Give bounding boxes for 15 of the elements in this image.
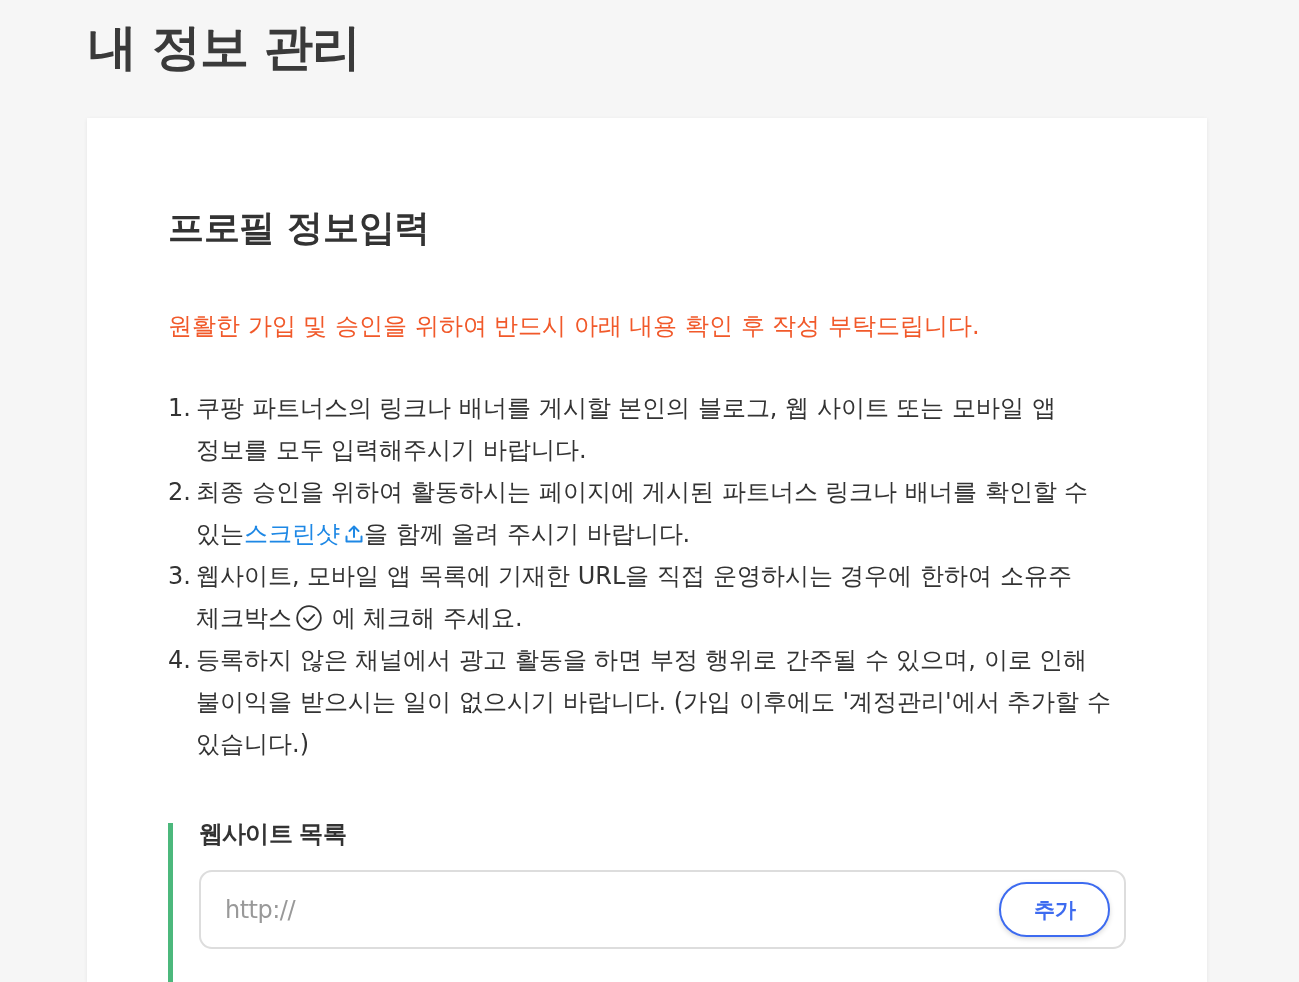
section-title: 프로필 정보입력 <box>168 206 432 250</box>
step-text: 웹사이트, 모바일 앱 목록에 기재한 URL을 직접 운영하시는 경우에 한하여 소유주 체크박스 에 체크해 주세요. <box>196 561 1073 634</box>
step-number: 2. <box>168 477 192 508</box>
step-number: 4. <box>168 645 192 676</box>
check-circle-icon <box>296 605 322 631</box>
step-text: 등록하지 않은 채널에서 광고 활동을 하면 부정 행위로 간주될 수 있으며, 이로 인해 불이익을 받으시는 일이 없으시기 바랍니다. (가입 이후에도 '계정관리'에서 추가할 수 있습니다.) <box>196 645 1112 760</box>
website-list-label: 웹사이트 목록 <box>199 819 347 849</box>
notice-text: 원활한 가입 및 승인을 위하여 반드시 아래 내용 확인 후 작성 부탁드립니다. <box>168 311 981 342</box>
step-text: 쿠팡 파트너스의 링크나 배너를 게시할 본인의 블로그, 웹 사이트 또는 모바일 앱 정보를 모두 입력해주시기 바랍니다. <box>196 393 1057 466</box>
step-text: 최종 승인을 위하여 활동하시는 페이지에 게시된 파트너스 링크나 배너를 확인할 수 있는스크린샷 을 함께 올려 주시기 바랍니다. <box>196 471 1126 555</box>
upload-icon <box>344 524 364 544</box>
page-title: 내 정보 관리 <box>88 18 361 78</box>
screenshot-link[interactable]: 스크린샷 <box>244 513 364 555</box>
step-number: 1. <box>168 393 192 424</box>
step-number: 3. <box>168 561 192 592</box>
